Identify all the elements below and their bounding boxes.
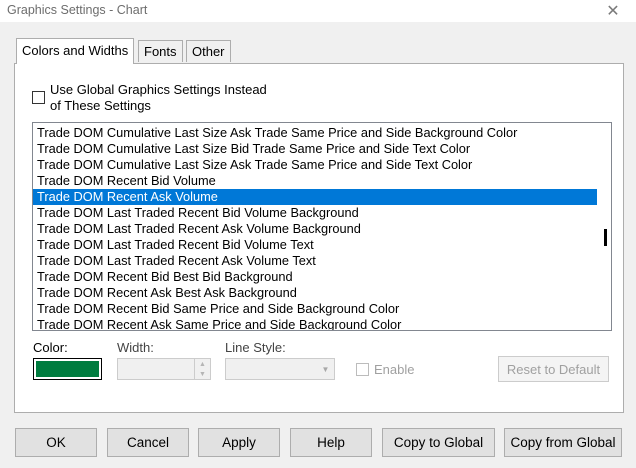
list-item[interactable]: Trade DOM Last Traded Recent Bid Volume … (33, 205, 597, 221)
list-items: Trade DOM Cumulative Last Size Ask Trade… (33, 125, 597, 330)
reset-to-default-label: Reset to Default (506, 361, 601, 377)
list-item[interactable]: Trade DOM Last Traded Recent Bid Volume … (33, 237, 597, 253)
color-swatch-fill (36, 361, 99, 377)
width-label: Width: (117, 340, 154, 355)
use-global-settings-checkbox[interactable] (32, 91, 45, 104)
list-scrollbar-thumb[interactable] (604, 229, 607, 246)
list-item[interactable]: Trade DOM Cumulative Last Size Bid Trade… (33, 141, 597, 157)
reset-to-default-button[interactable]: Reset to Default (498, 356, 609, 382)
spin-up-icon[interactable]: ▲ (194, 359, 210, 369)
spin-down-icon[interactable]: ▼ (194, 369, 210, 379)
use-global-settings-label-line2: of These Settings (50, 98, 151, 113)
graphics-elements-list[interactable]: Trade DOM Cumulative Last Size Ask Trade… (32, 122, 612, 331)
list-item[interactable]: Trade DOM Cumulative Last Size Ask Trade… (33, 157, 597, 173)
enable-label: Enable (374, 362, 415, 377)
list-item[interactable]: Trade DOM Cumulative Last Size Ask Trade… (33, 125, 597, 141)
list-item[interactable]: Trade DOM Recent Ask Best Ask Background (33, 285, 597, 301)
list-item[interactable]: Trade DOM Last Traded Recent Ask Volume … (33, 253, 597, 269)
use-global-settings-label-line1: Use Global Graphics Settings Instead (50, 82, 267, 97)
list-item[interactable]: Trade DOM Last Traded Recent Ask Volume … (33, 221, 597, 237)
list-item[interactable]: Trade DOM Recent Bid Same Price and Side… (33, 301, 597, 317)
list-item[interactable]: Trade DOM Recent Ask Same Price and Side… (33, 317, 597, 330)
line-style-label: Line Style: (225, 340, 286, 355)
color-picker-button[interactable] (33, 358, 102, 380)
width-spinner[interactable]: ▲ ▼ (117, 358, 211, 380)
color-label: Color: (33, 340, 68, 355)
enable-checkbox[interactable] (356, 363, 369, 376)
list-item[interactable]: Trade DOM Recent Ask Volume (33, 189, 597, 205)
line-style-dropdown[interactable]: ▼ (225, 358, 335, 380)
chevron-down-icon: ▼ (321, 364, 330, 374)
list-item[interactable]: Trade DOM Recent Bid Best Bid Background (33, 269, 597, 285)
list-item[interactable]: Trade DOM Recent Bid Volume (33, 173, 597, 189)
